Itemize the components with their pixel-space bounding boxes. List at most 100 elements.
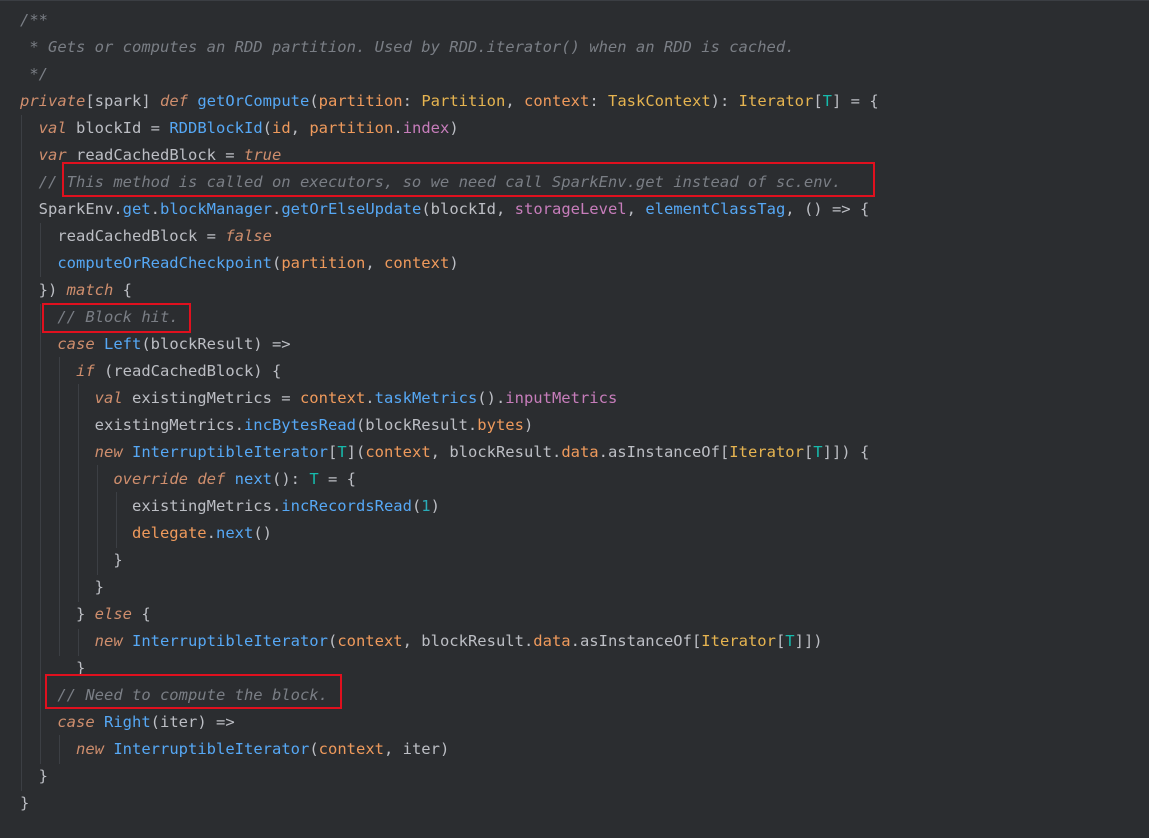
- code-token: {: [113, 281, 133, 299]
- code-line: case Left(blockResult) =>: [20, 331, 290, 358]
- code-token: incBytesRead: [243, 416, 356, 434]
- code-token: /**: [20, 11, 48, 29]
- code-token: get: [122, 200, 151, 218]
- code-token: new: [76, 740, 104, 758]
- code-token: , iter): [383, 740, 450, 758]
- code-token: val: [94, 389, 123, 407]
- code-token: .: [393, 119, 403, 137]
- code-line: override def next(): T = {: [20, 466, 356, 493]
- highlight-box-block-hit-comment: [42, 303, 191, 333]
- code-token: {: [131, 605, 151, 623]
- code-line: new InterruptibleIterator(context, block…: [20, 628, 823, 655]
- code-line: if (readCachedBlock) {: [20, 358, 281, 385]
- code-line: delegate.next(): [20, 520, 272, 547]
- code-token: ,: [505, 92, 524, 110]
- code-token: context: [524, 92, 590, 110]
- code-token: , () => {: [785, 200, 870, 218]
- code-token: Right: [104, 713, 151, 731]
- highlight-box-compute-block-comment: [45, 674, 342, 709]
- code-token: getOrCompute: [197, 92, 310, 110]
- code-token: next: [215, 524, 254, 542]
- code-token: override: [113, 470, 188, 488]
- code-token: existingMetrics.: [20, 497, 282, 515]
- code-token: ): [449, 254, 459, 272]
- code-token: elementClassTag: [645, 200, 786, 218]
- code-token: private: [20, 92, 86, 110]
- code-token: taskMetrics: [374, 389, 478, 407]
- code-token: TaskContext: [608, 92, 711, 110]
- code-token: Iterator: [701, 632, 776, 650]
- code-token: existingMetrics.: [20, 416, 244, 434]
- code-token: }): [20, 281, 67, 299]
- code-token: }: [20, 605, 95, 623]
- code-token: delegate: [131, 524, 207, 542]
- code-token: ():: [272, 470, 310, 488]
- code-token: def: [159, 92, 188, 110]
- code-line: case Right(iter) =>: [20, 709, 235, 736]
- code-token: readCachedBlock =: [20, 227, 226, 245]
- code-token: [: [803, 443, 814, 461]
- code-line: private[spark] def getOrCompute(partitio…: [20, 88, 879, 115]
- code-token: (: [309, 92, 319, 110]
- code-token: InterruptibleIterator: [132, 632, 328, 650]
- code-token: context: [318, 740, 384, 758]
- code-token: partition: [281, 254, 366, 272]
- code-token: incRecordsRead: [281, 497, 412, 515]
- code-token: partition: [309, 119, 394, 137]
- code-token: Iterator: [729, 443, 804, 461]
- code-token: }: [20, 794, 30, 812]
- code-token: new: [94, 443, 123, 461]
- code-token: (iter) =>: [150, 713, 235, 731]
- code-line: SparkEnv.get.blockManager.getOrElseUpdat…: [20, 196, 870, 223]
- code-token: :: [589, 92, 608, 110]
- code-token: context: [337, 632, 403, 650]
- code-token: InterruptibleIterator: [132, 443, 328, 461]
- code-token: blockId =: [66, 119, 170, 137]
- code-token: new: [94, 632, 123, 650]
- code-token: (: [309, 740, 319, 758]
- code-line: val blockId = RDDBlockId(id, partition.i…: [20, 115, 459, 142]
- code-token: val: [38, 119, 67, 137]
- code-token: */: [20, 65, 48, 83]
- code-token: (: [262, 119, 272, 137]
- code-token: :: [402, 92, 422, 110]
- code-line: /**: [20, 7, 48, 34]
- code-editor[interactable]: /** * Gets or computes an RDD partition.…: [0, 0, 1149, 838]
- code-token: if: [76, 362, 95, 380]
- code-token: .: [206, 524, 216, 542]
- code-token: Partition: [421, 92, 506, 110]
- code-token: [: [813, 92, 823, 110]
- code-token: data: [561, 443, 599, 461]
- code-token: InterruptibleIterator: [113, 740, 310, 758]
- code-token: existingMetrics =: [122, 389, 300, 407]
- code-line: new InterruptibleIterator[T](context, bl…: [20, 439, 870, 466]
- code-line: */: [20, 61, 48, 88]
- code-token: context: [365, 443, 431, 461]
- code-token: T: [822, 92, 832, 110]
- code-token: Left: [104, 335, 142, 353]
- code-token: ): [449, 119, 459, 137]
- code-token: .asInstanceOf[: [570, 632, 702, 650]
- code-token: SparkEnv: [20, 200, 114, 218]
- code-line: existingMetrics.incRecordsRead(1): [20, 493, 440, 520]
- code-token: .: [150, 200, 161, 218]
- code-token: def: [197, 470, 226, 488]
- code-line: existingMetrics.incBytesRead(blockResult…: [20, 412, 534, 439]
- code-token: ](: [346, 443, 366, 461]
- code-token: T: [337, 443, 347, 461]
- code-token: case: [57, 335, 95, 353]
- code-token: ]]) {: [822, 443, 870, 461]
- code-token: T: [309, 470, 319, 488]
- code-line: }) match {: [20, 277, 132, 304]
